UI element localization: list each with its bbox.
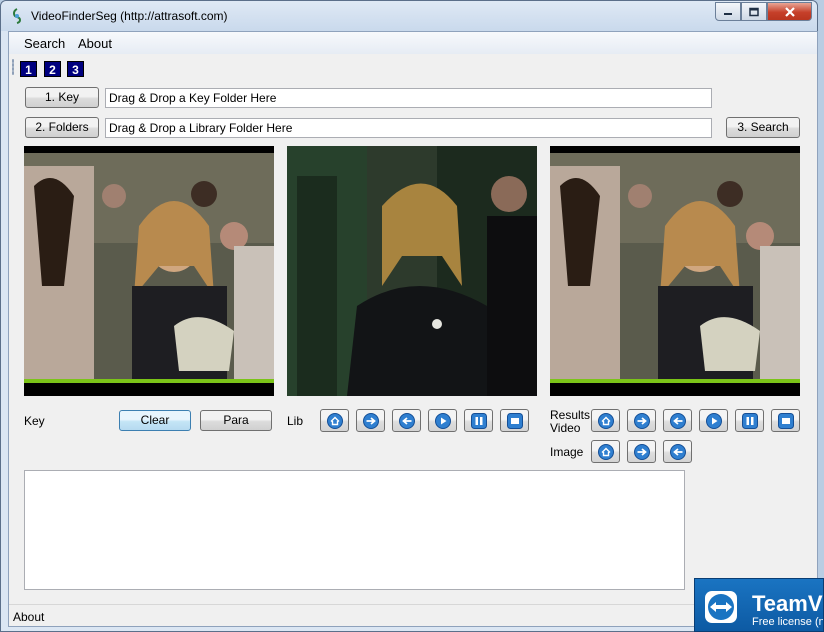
window-title: VideoFinderSeg (http://attrasoft.com): [31, 9, 228, 23]
play-icon: [435, 413, 451, 429]
video-label: Video: [550, 421, 581, 435]
menu-about[interactable]: About: [78, 36, 112, 51]
maximize-icon: [749, 7, 759, 16]
lib-stop-button[interactable]: [500, 409, 529, 432]
results-video-frame: [550, 153, 800, 383]
library-video-frame: [287, 146, 537, 396]
image-home-button[interactable]: [591, 440, 620, 463]
previous-icon: [670, 444, 686, 460]
results-stop-button[interactable]: [771, 409, 800, 432]
lib-label: Lib: [287, 414, 304, 428]
library-video-panel: [287, 146, 537, 396]
toolbar-button-1[interactable]: 1: [20, 61, 37, 77]
image-previous-button[interactable]: [663, 440, 692, 463]
main-window: VideoFinderSeg (http://attrasoft.com) Se…: [0, 0, 818, 632]
results-text-area[interactable]: [24, 470, 685, 590]
results-video-panel: [550, 146, 800, 396]
title-bar[interactable]: VideoFinderSeg (http://attrasoft.com): [1, 1, 817, 31]
library-folder-field[interactable]: Drag & Drop a Library Folder Here: [105, 118, 712, 138]
para-button[interactable]: Para: [200, 410, 272, 431]
client-area: Search About 1 2 3 1. Key Drag & Drop a …: [8, 31, 818, 627]
stop-icon: [507, 413, 523, 429]
lib-next-button[interactable]: [356, 409, 385, 432]
lib-pause-button[interactable]: [464, 409, 493, 432]
teamviewer-title: TeamVi: [752, 591, 824, 616]
previous-icon: [670, 413, 686, 429]
teamviewer-popup[interactable]: TeamVi Free license (n: [694, 578, 824, 632]
next-icon: [634, 444, 650, 460]
toolbar-button-2[interactable]: 2: [44, 61, 61, 77]
next-icon: [634, 413, 650, 429]
results-previous-button[interactable]: [663, 409, 692, 432]
home-icon: [598, 444, 614, 460]
key-video-frame: [24, 153, 274, 383]
app-icon: [13, 8, 21, 24]
clear-button[interactable]: Clear: [119, 410, 191, 431]
menu-bar: Search About: [9, 32, 817, 54]
minimize-button[interactable]: [715, 2, 741, 21]
status-text: About: [13, 610, 45, 624]
toolbar-button-3[interactable]: 3: [67, 61, 84, 77]
toolbar-grip[interactable]: [12, 59, 14, 75]
pause-icon: [742, 413, 758, 429]
key-folder-field[interactable]: Drag & Drop a Key Folder Here: [105, 88, 712, 108]
home-icon: [598, 413, 614, 429]
key-button[interactable]: 1. Key: [25, 87, 99, 108]
pause-icon: [471, 413, 487, 429]
teamviewer-subtitle: Free license (n: [752, 616, 824, 628]
lib-play-button[interactable]: [428, 409, 457, 432]
results-home-button[interactable]: [591, 409, 620, 432]
lib-previous-button[interactable]: [392, 409, 421, 432]
close-icon: [784, 6, 795, 17]
image-next-button[interactable]: [627, 440, 656, 463]
folders-button[interactable]: 2. Folders: [25, 117, 99, 138]
menu-search[interactable]: Search: [24, 36, 65, 51]
home-icon: [327, 413, 343, 429]
lib-home-button[interactable]: [320, 409, 349, 432]
maximize-button[interactable]: [741, 2, 767, 21]
play-icon: [706, 413, 722, 429]
image-label: Image: [550, 445, 584, 459]
toolbar: 1 2 3: [9, 56, 129, 78]
results-pause-button[interactable]: [735, 409, 764, 432]
previous-icon: [399, 413, 415, 429]
close-button[interactable]: [767, 2, 812, 21]
key-label: Key: [24, 414, 45, 428]
results-play-button[interactable]: [699, 409, 728, 432]
next-icon: [363, 413, 379, 429]
results-next-button[interactable]: [627, 409, 656, 432]
stop-icon: [778, 413, 794, 429]
minimize-icon: [724, 12, 732, 15]
search-button[interactable]: 3. Search: [726, 117, 800, 138]
teamviewer-logo-icon: [705, 591, 737, 623]
key-video-panel: [24, 146, 274, 396]
